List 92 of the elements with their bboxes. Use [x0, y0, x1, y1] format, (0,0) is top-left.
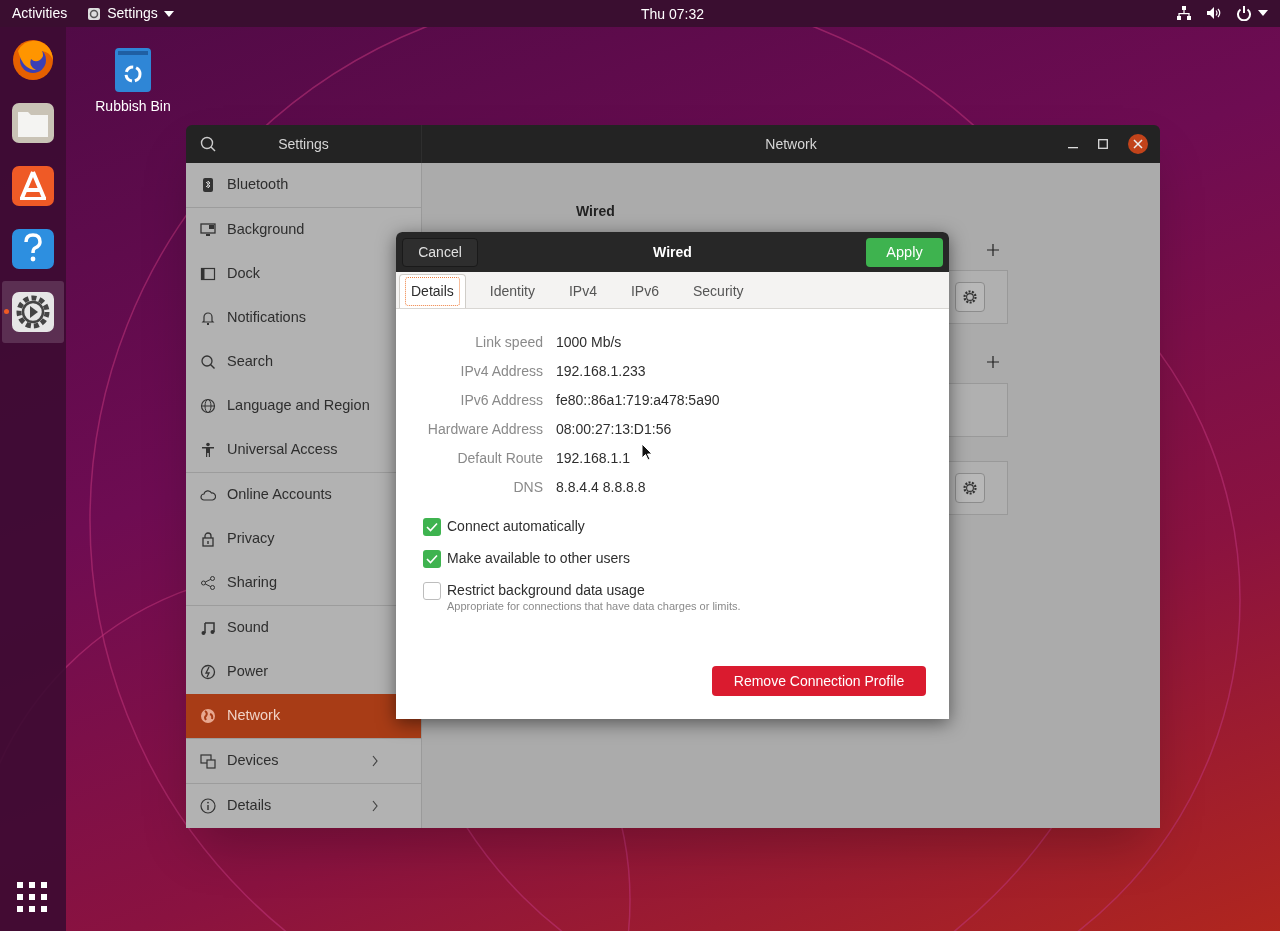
- sidebar-item[interactable]: Sharing: [186, 561, 394, 605]
- checkbox-label: Connect automatically: [447, 517, 585, 536]
- field-value: fe80::86a1:719:a478:5a90: [556, 391, 720, 410]
- checkbox-label: Restrict background data usage: [447, 581, 646, 600]
- sidebar-item[interactable]: Dock: [186, 252, 394, 296]
- cloud-icon: [200, 487, 216, 503]
- settings-button[interactable]: [955, 473, 985, 503]
- dock-icon: [200, 266, 216, 282]
- checkbox[interactable]: [423, 582, 441, 600]
- sidebar-item[interactable]: Online Accounts: [186, 473, 394, 517]
- search-icon[interactable]: [200, 136, 216, 152]
- app-menu[interactable]: Settings: [87, 3, 174, 24]
- close-icon[interactable]: [1128, 134, 1148, 154]
- sidebar-item[interactable]: Privacy: [186, 517, 394, 561]
- tab[interactable]: Details: [399, 274, 466, 308]
- sidebar-item[interactable]: Notifications: [186, 296, 394, 340]
- system-menu[interactable]: [1236, 5, 1268, 21]
- clock[interactable]: Thu 07:32: [641, 4, 705, 25]
- icon-label[interactable]: Rubbish Bin: [95, 96, 171, 117]
- share-icon: [200, 575, 216, 591]
- checkmark-icon: [426, 554, 438, 564]
- remove-button[interactable]: Remove Connection Profile: [712, 666, 926, 696]
- field-label: Default Route: [456, 449, 543, 468]
- globe-icon: [200, 398, 216, 414]
- running-indicator: [4, 309, 9, 314]
- padlock-icon: [200, 531, 216, 547]
- field-value: 08:00:27:13:D1:56: [556, 420, 672, 439]
- app-grid-icon[interactable]: [17, 882, 47, 912]
- dock-item[interactable]: [2, 281, 64, 343]
- add-icon[interactable]: [987, 244, 999, 256]
- settings-icon: [87, 6, 102, 21]
- checkbox[interactable]: [423, 518, 441, 536]
- tab[interactable]: IPv4: [557, 274, 608, 308]
- folder-icon: [10, 100, 56, 146]
- settings-button[interactable]: [955, 282, 985, 312]
- person-icon: [200, 442, 216, 458]
- tab[interactable]: Identity: [478, 274, 546, 308]
- music-note-icon: [200, 620, 216, 636]
- browser-icon: [10, 37, 56, 83]
- field-label: IPv6 Address: [459, 391, 543, 410]
- devices-icon: [200, 753, 216, 769]
- power-icon: [200, 664, 216, 680]
- cancel-button[interactable]: Cancel: [402, 238, 478, 267]
- sidebar-item[interactable]: Bluetooth: [186, 163, 394, 207]
- gear-icon: [962, 480, 978, 496]
- search-icon: [200, 354, 216, 370]
- checkbox-label: Make available to other users: [447, 549, 630, 568]
- hint-text: Appropriate for connections that have data charges or limits.: [447, 600, 741, 612]
- trash-icon[interactable]: [115, 48, 151, 92]
- globe-icon: [200, 708, 216, 724]
- caret-icon: [1258, 10, 1268, 16]
- activities-button[interactable]: Activities: [12, 3, 68, 24]
- maximize-icon[interactable]: [1098, 139, 1108, 149]
- checkmark-icon: [426, 522, 438, 532]
- field-label: Link speed: [474, 333, 543, 352]
- tab[interactable]: Security: [681, 274, 755, 308]
- info-icon: [200, 798, 216, 814]
- field-value: 192.168.1.233: [556, 362, 646, 381]
- network-icon[interactable]: [1176, 5, 1192, 21]
- checkbox[interactable]: [423, 550, 441, 568]
- sidebar-item[interactable]: Details: [186, 784, 394, 828]
- bluetooth-icon: [200, 177, 216, 193]
- monitor-icon: [200, 222, 216, 238]
- field-label: IPv4 Address: [459, 362, 543, 381]
- field-value: 8.8.4.4 8.8.8.8: [556, 478, 646, 497]
- mouse-pointer-icon: [641, 443, 653, 461]
- gear-icon: [962, 289, 978, 305]
- software-store-icon: [10, 163, 56, 209]
- section-title: Wired: [576, 202, 615, 221]
- field-value: 192.168.1.1: [556, 449, 630, 468]
- window-title: Settings: [278, 134, 329, 154]
- sidebar-item[interactable]: Universal Access: [186, 428, 394, 472]
- tab[interactable]: IPv6: [619, 274, 670, 308]
- sidebar-item[interactable]: Sound: [186, 606, 394, 650]
- bell-icon: [200, 310, 216, 326]
- sidebar-item[interactable]: Language and Region: [186, 384, 394, 428]
- panel-title: Network: [765, 134, 817, 154]
- sidebar-item[interactable]: Network: [186, 694, 421, 738]
- caret-icon: [163, 10, 174, 17]
- help-icon: [10, 226, 56, 272]
- volume-icon[interactable]: [1206, 5, 1222, 21]
- add-icon[interactable]: [987, 356, 999, 368]
- field-label: DNS: [512, 478, 543, 497]
- field-label: Hardware Address: [426, 420, 543, 439]
- sidebar-item[interactable]: Power: [186, 650, 394, 694]
- sidebar-item[interactable]: Search: [186, 340, 394, 384]
- dialog-title: Wired: [653, 242, 692, 262]
- power-icon: [1236, 5, 1252, 21]
- settings-icon: [10, 289, 56, 335]
- sidebar-item[interactable]: Background: [186, 208, 394, 252]
- field-value: 1000 Mb/s: [556, 333, 622, 352]
- sidebar-item[interactable]: Devices: [186, 739, 394, 783]
